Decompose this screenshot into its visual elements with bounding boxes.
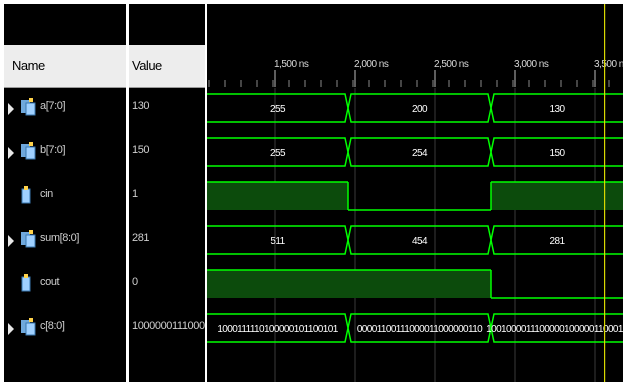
signal-name: a[7:0] [40, 100, 66, 112]
value-row-4: 0 [129, 264, 205, 304]
bus-value-label: 254 [412, 148, 428, 159]
signal-value: 130 [132, 100, 150, 112]
bus-value-label: 1000111110100000101100101 [217, 324, 338, 335]
bus-value-label: 255 [270, 148, 286, 159]
bus-value-label: 150 [550, 148, 566, 159]
time-tick-label: 2,000 ns [354, 59, 389, 70]
value-row-3: 281 [129, 220, 205, 260]
expand-arrow-icon[interactable] [8, 235, 14, 247]
time-tick-label: 3,000 ns [514, 59, 549, 70]
signal-name-pane: Name a[7:0] b[7:0] cin sum[8:0] cout c[8:0] [4, 4, 126, 382]
signal-value: 150 [132, 144, 150, 156]
bit-high-segment[interactable] [348, 270, 491, 298]
signal-value: 0 [132, 276, 138, 288]
waveform-canvas[interactable]: 1,500 ns 2,000 ns 2,500 ns 3,000 ns 3,500 ns… [207, 4, 623, 382]
bus-value-label: 130 [550, 104, 566, 115]
signal-row-1[interactable]: b[7:0] [4, 132, 126, 172]
bus-value-label: 454 [412, 236, 428, 247]
signal-row-2[interactable]: cin [4, 176, 126, 216]
time-tick-label: 3,500 ns [594, 59, 623, 70]
bus-signal-icon [21, 142, 36, 160]
bus-value-label: 511 [270, 236, 285, 247]
signal-row-3[interactable]: sum[8:0] [4, 220, 126, 260]
bit-high-segment[interactable] [491, 182, 623, 210]
time-tick-label: 1,500 ns [274, 59, 309, 70]
signal-value: 281 [132, 232, 150, 244]
signal-value: 1 [132, 188, 138, 200]
value-column-header[interactable]: Value [129, 45, 205, 88]
bus-signal-icon [21, 318, 36, 336]
signal-name: cout [40, 276, 60, 288]
bus-value-label: 200 [412, 104, 428, 115]
signal-name: sum[8:0] [40, 232, 79, 244]
bus-signal-icon [21, 230, 36, 248]
bus-value-label: 10010000111000001000001100010 [486, 324, 623, 335]
signal-row-5[interactable]: c[8:0] [4, 308, 126, 348]
bit-signal-icon [21, 186, 32, 204]
expand-arrow-icon[interactable] [8, 147, 14, 159]
signal-value-pane: Value 130 150 1 281 0 100000011100000 [129, 4, 205, 382]
value-column-title: Value [132, 58, 162, 73]
bus-value-label: 281 [550, 236, 566, 247]
signal-row-0[interactable]: a[7:0] [4, 88, 126, 128]
expand-arrow-icon[interactable] [8, 103, 14, 115]
signal-name: c[8:0] [40, 320, 65, 332]
bit-high-segment[interactable] [207, 182, 348, 210]
bit-high-segment[interactable] [207, 270, 348, 298]
bus-value-label: 00001100111000011000000110 [357, 324, 483, 335]
bus-signal-icon [21, 98, 36, 116]
name-column-header[interactable]: Name [4, 45, 126, 88]
signal-row-4[interactable]: cout [4, 264, 126, 304]
value-row-1: 150 [129, 132, 205, 172]
value-row-2: 1 [129, 176, 205, 216]
signal-name: b[7:0] [40, 144, 66, 156]
value-row-5: 100000011100000 [129, 308, 205, 348]
value-row-0: 130 [129, 88, 205, 128]
waveform-pane[interactable]: 1,500 ns 2,000 ns 2,500 ns 3,000 ns 3,500 ns… [207, 4, 623, 382]
name-column-title: Name [12, 58, 45, 73]
bus-value-label: 255 [270, 104, 286, 115]
expand-arrow-icon[interactable] [8, 323, 14, 335]
time-tick-label: 2,500 ns [434, 59, 469, 70]
waveform-viewer: Name a[7:0] b[7:0] cin sum[8:0] cout c[8:0] V… [0, 0, 627, 385]
bit-signal-icon [21, 274, 32, 292]
signal-name: cin [40, 188, 53, 200]
signal-value: 100000011100000 [132, 320, 205, 332]
